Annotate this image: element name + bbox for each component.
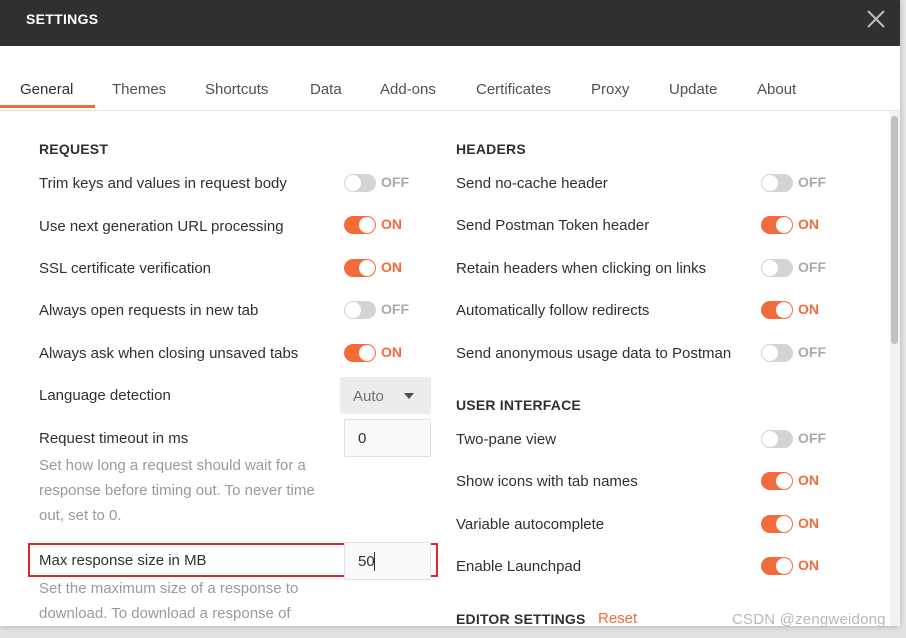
timeout-value: 0 [358,430,367,447]
language-label: Language detection [39,387,171,404]
editor-settings-heading: EDITOR SETTINGS [456,611,586,626]
tab-general[interactable]: General [20,81,73,98]
settings-content: REQUEST Trim keys and values in request … [0,111,890,626]
tab-about[interactable]: About [757,81,796,98]
anonymous-usage-toggle[interactable]: OFF [761,342,831,364]
ask-closing-state: ON [381,344,402,360]
modal-title: SETTINGS [26,11,99,27]
trim-toggle[interactable]: OFF [344,172,414,194]
reset-button[interactable]: Reset [598,610,637,626]
retain-headers-state: OFF [798,259,826,275]
new-tab-toggle[interactable]: OFF [344,299,414,321]
trim-label: Trim keys and values in request body [39,175,287,192]
retain-headers-label: Retain headers when clicking on links [456,260,707,277]
tab-shortcuts[interactable]: Shortcuts [205,81,268,98]
tab-icons-state: ON [798,472,819,488]
no-cache-label: Send no-cache header [456,175,608,192]
settings-tabs: General Themes Shortcuts Data Add-ons Ce… [0,46,900,111]
max-size-input[interactable]: 50 [344,542,431,580]
anonymous-usage-label: Send anonymous usage data to Postman [456,345,732,362]
close-button[interactable] [862,5,890,33]
content-scrollbar[interactable] [890,111,900,626]
ssl-toggle[interactable]: ON [344,257,414,279]
new-tab-state: OFF [381,301,409,317]
active-tab-indicator [0,105,95,108]
timeout-input[interactable]: 0 [344,419,431,457]
tab-proxy[interactable]: Proxy [591,81,629,98]
modal-titlebar: SETTINGS [0,0,900,46]
tab-data[interactable]: Data [310,81,342,98]
tab-add-ons[interactable]: Add-ons [380,81,436,98]
follow-redirects-state: ON [798,301,819,317]
launchpad-state: ON [798,557,819,573]
ssl-state: ON [381,259,402,275]
settings-modal: SETTINGS General Themes Shortcuts Data A… [0,0,900,626]
close-icon [867,10,885,28]
no-cache-state: OFF [798,174,826,190]
watermark: CSDN @zengweidong [732,611,886,628]
launchpad-toggle[interactable]: ON [761,555,831,577]
url-processing-toggle[interactable]: ON [344,214,414,236]
trim-state: OFF [381,174,409,190]
request-heading: REQUEST [39,141,109,157]
autocomplete-state: ON [798,515,819,531]
backdrop-strip [900,0,906,638]
anonymous-usage-state: OFF [798,344,826,360]
timeout-label: Request timeout in ms [39,430,189,447]
two-pane-label: Two-pane view [456,431,557,448]
url-processing-label: Use next generation URL processing [39,218,284,235]
headers-heading: HEADERS [456,141,526,157]
max-size-help: Set the maximum size of a response to do… [39,580,299,622]
ask-closing-toggle[interactable]: ON [344,342,414,364]
url-processing-state: ON [381,216,402,232]
tab-icons-label: Show icons with tab names [456,473,638,490]
tab-certificates[interactable]: Certificates [476,81,551,98]
user-interface-heading: USER INTERFACE [456,397,581,413]
language-value: Auto [353,388,384,405]
autocomplete-toggle[interactable]: ON [761,513,831,535]
scrollbar-thumb[interactable] [891,116,898,344]
timeout-help: Set how long a request should wait for a… [39,457,315,524]
postman-token-toggle[interactable]: ON [761,214,831,236]
follow-redirects-toggle[interactable]: ON [761,299,831,321]
tab-themes[interactable]: Themes [112,81,166,98]
postman-token-state: ON [798,216,819,232]
follow-redirects-label: Automatically follow redirects [456,302,650,319]
autocomplete-label: Variable autocomplete [456,516,605,533]
two-pane-toggle[interactable]: OFF [761,428,831,450]
launchpad-label: Enable Launchpad [456,558,582,575]
chevron-down-icon [404,393,414,399]
retain-headers-toggle[interactable]: OFF [761,257,831,279]
tab-icons-toggle[interactable]: ON [761,470,831,492]
two-pane-state: OFF [798,430,826,446]
no-cache-toggle[interactable]: OFF [761,172,831,194]
ask-closing-label: Always ask when closing unsaved tabs [39,345,299,362]
new-tab-label: Always open requests in new tab [39,302,259,319]
max-size-label: Max response size in MB [39,552,207,569]
language-select[interactable]: Auto [340,377,431,414]
tab-update[interactable]: Update [669,81,717,98]
max-size-value: 50 [358,553,375,570]
text-cursor [374,552,375,571]
postman-token-label: Send Postman Token header [456,217,650,234]
ssl-label: SSL certificate verification [39,260,212,277]
